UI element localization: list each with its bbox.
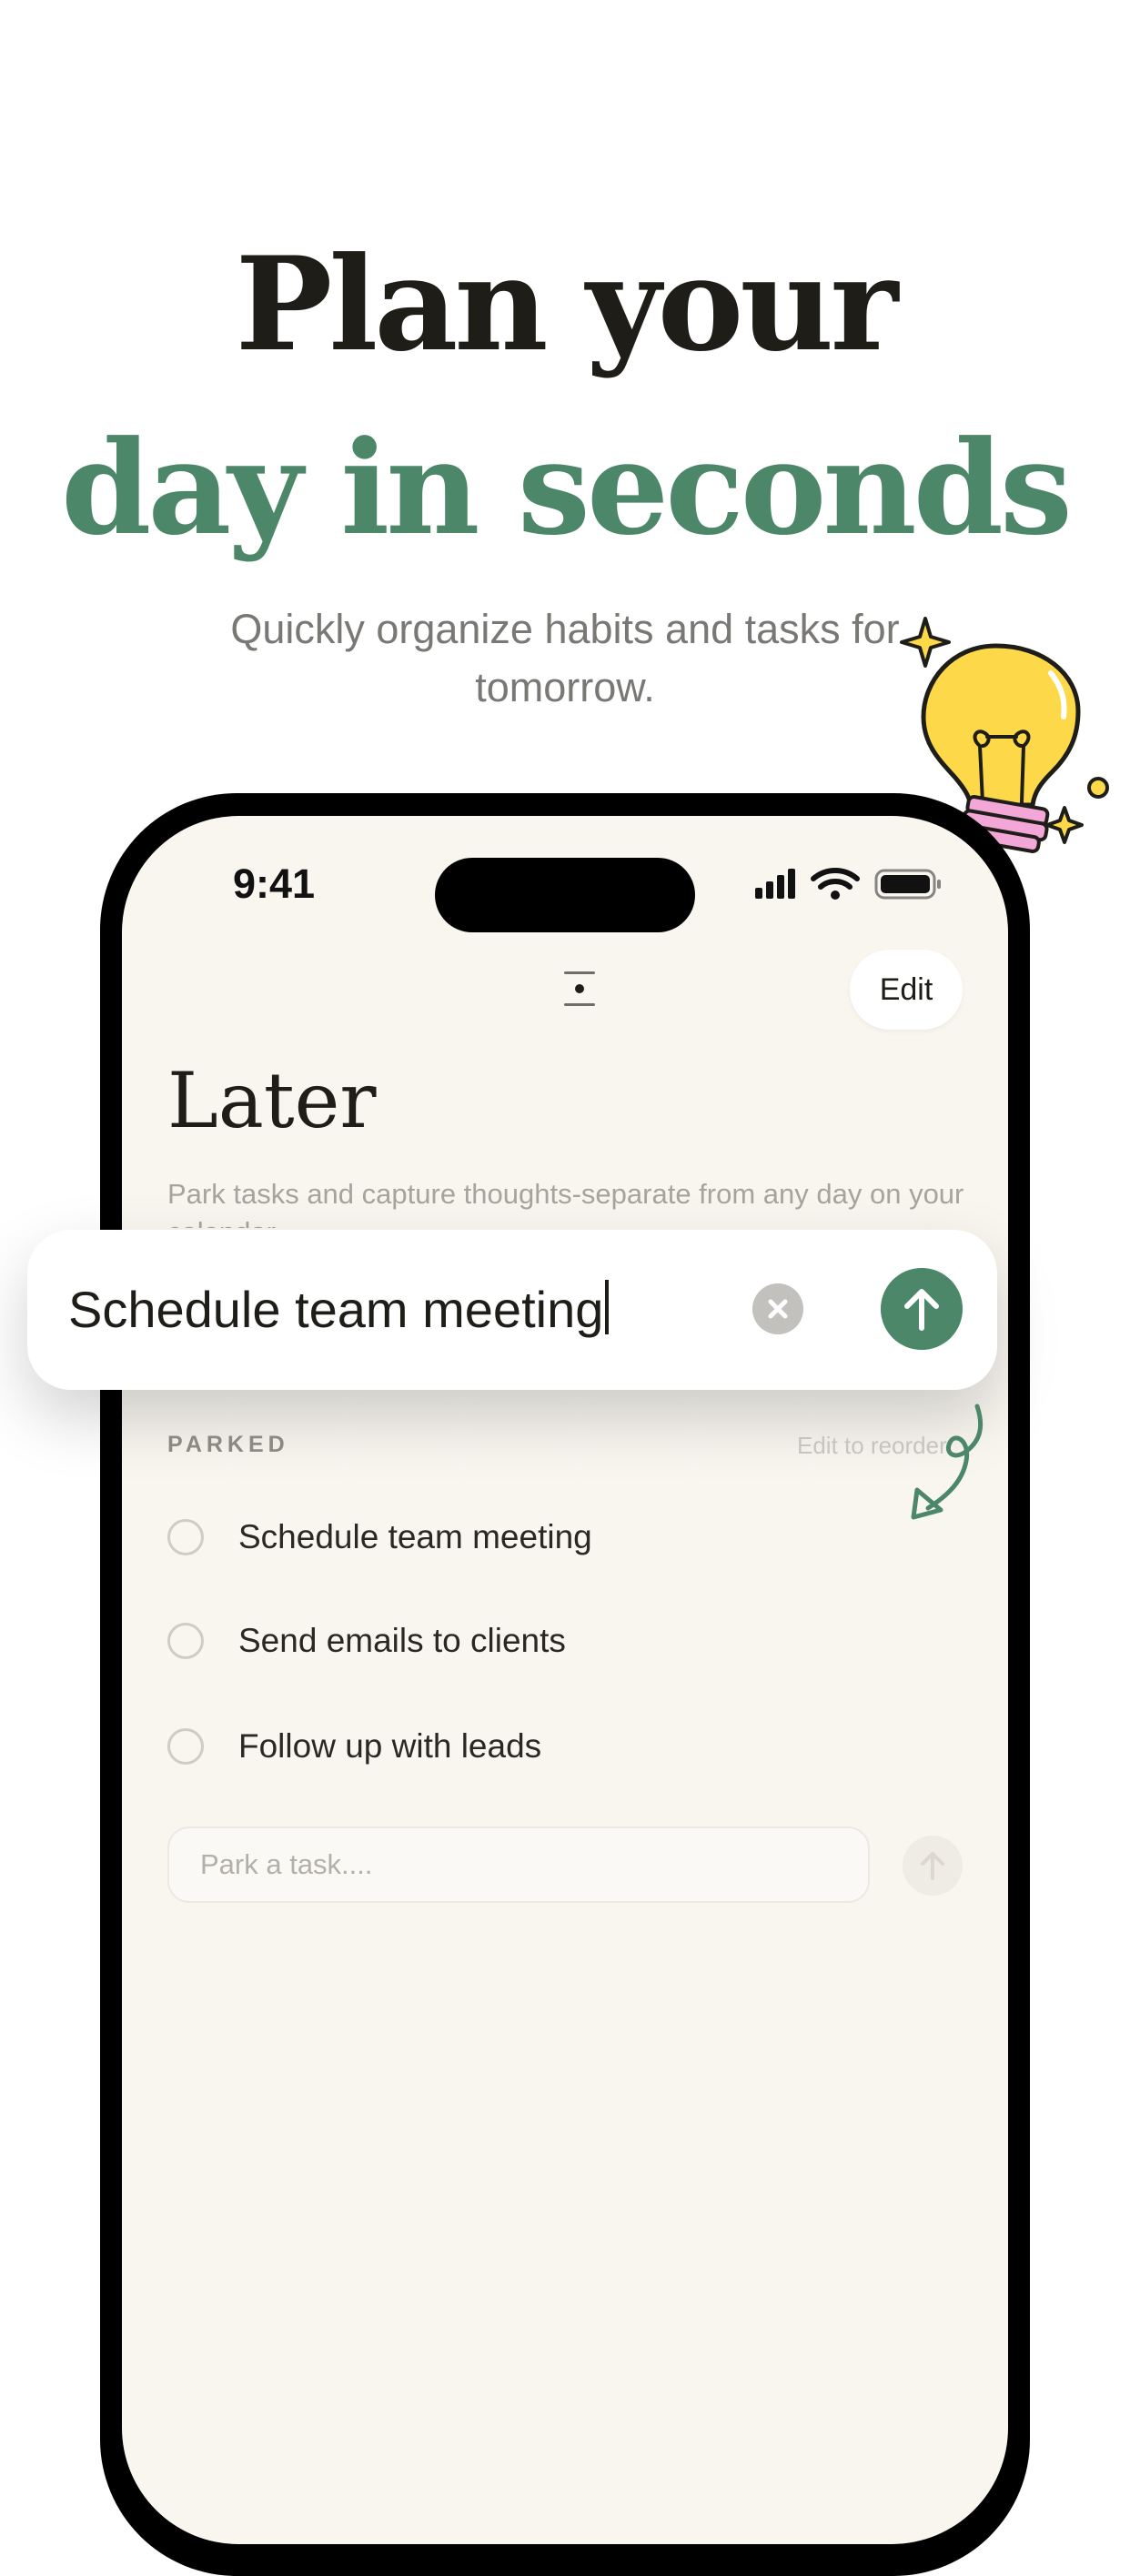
clear-icon[interactable] xyxy=(752,1283,803,1334)
task-label: Send emails to clients xyxy=(238,1622,566,1659)
status-icons xyxy=(755,868,941,900)
task-checkbox[interactable] xyxy=(167,1519,204,1555)
park-send-button[interactable] xyxy=(903,1836,963,1896)
task-input[interactable]: Schedule team meeting xyxy=(68,1273,610,1346)
task-row[interactable]: Send emails to clients xyxy=(167,1614,566,1668)
curly-arrow-icon xyxy=(911,1404,984,1520)
send-button[interactable] xyxy=(881,1268,963,1350)
task-label: Follow up with leads xyxy=(238,1727,542,1765)
battery-icon xyxy=(874,869,941,900)
dynamic-island xyxy=(435,858,695,932)
task-input-value: Schedule team meeting xyxy=(68,1281,604,1338)
task-row[interactable]: Follow up with leads xyxy=(167,1719,541,1774)
section-label-parked: PARKED xyxy=(167,1432,289,1457)
headline-line-1: Plan your xyxy=(235,229,899,380)
task-label: Schedule team meeting xyxy=(238,1518,592,1555)
task-checkbox[interactable] xyxy=(167,1728,204,1765)
page-description: Park tasks and capture thoughts-separate… xyxy=(167,1178,964,1228)
task-row[interactable]: Schedule team meeting xyxy=(167,1510,592,1565)
page-title: Later xyxy=(167,1056,377,1145)
wifi-icon xyxy=(811,868,860,900)
text-caret xyxy=(605,1280,610,1334)
cellular-signal-icon xyxy=(755,869,795,899)
headline-line-2: day in seconds xyxy=(61,413,1073,564)
edit-button[interactable]: Edit xyxy=(850,950,963,1030)
status-time: 9:41 xyxy=(233,860,316,907)
task-checkbox[interactable] xyxy=(167,1623,204,1659)
hero-subtitle: Quickly organize habits and tasks for to… xyxy=(230,606,900,710)
park-task-input[interactable]: Park a task.... xyxy=(167,1826,870,1903)
sheet-handle-icon[interactable] xyxy=(562,970,597,1008)
